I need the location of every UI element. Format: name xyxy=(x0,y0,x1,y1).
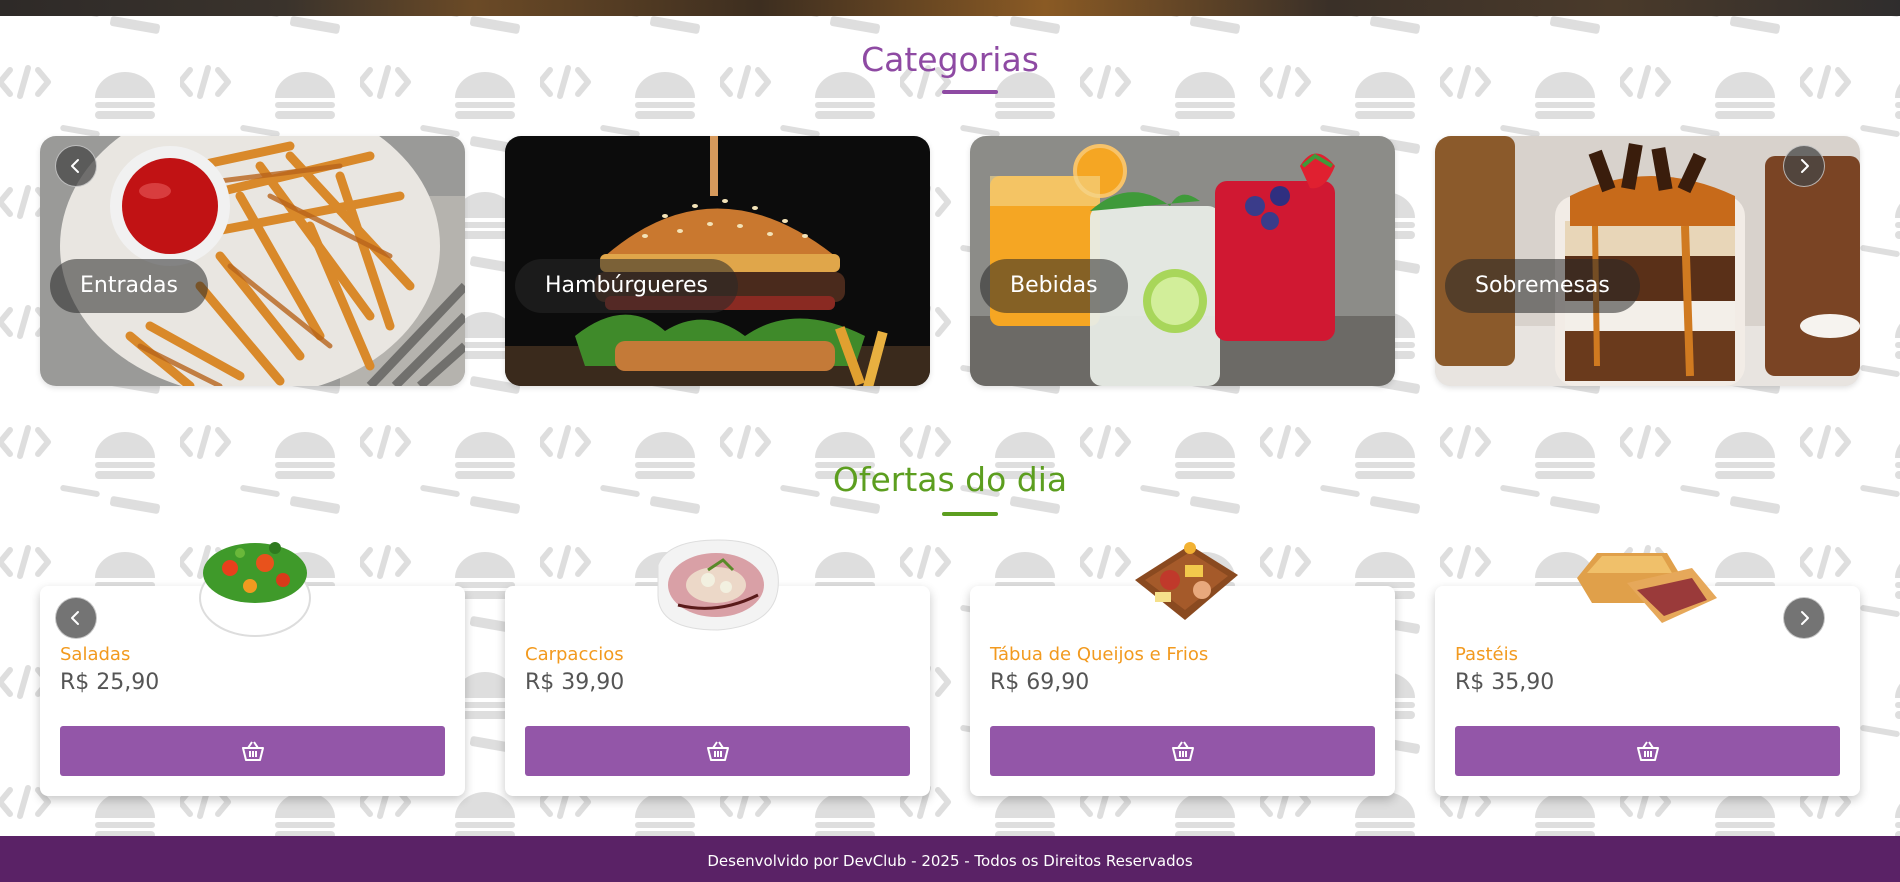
basket-icon xyxy=(1171,741,1194,761)
offers-title: Ofertas do dia xyxy=(832,460,1068,499)
add-to-cart-button[interactable] xyxy=(1455,726,1840,776)
category-label: Hambúrgueres xyxy=(515,259,739,313)
offer-name: Saladas xyxy=(60,644,131,665)
offer-name: Tábua de Queijos e Frios xyxy=(990,644,1209,665)
offer-price: R$ 35,90 xyxy=(1455,670,1555,695)
chevron-left-icon xyxy=(71,159,79,173)
pastel-image xyxy=(1577,553,1717,623)
category-card-bebidas[interactable]: Bebidas xyxy=(970,136,1395,386)
basket-icon xyxy=(241,741,264,761)
footer-text: Desenvolvido por DevClub - 2025 - Todos … xyxy=(707,852,1193,870)
add-to-cart-button[interactable] xyxy=(60,726,445,776)
offer-price: R$ 25,90 xyxy=(60,670,160,695)
offers-next-button[interactable] xyxy=(1783,597,1825,639)
offer-name: Carpaccios xyxy=(525,644,624,665)
offers-prev-button[interactable] xyxy=(55,597,97,639)
categories-prev-button[interactable] xyxy=(55,145,97,187)
categories-title: Categorias xyxy=(861,40,1039,79)
offer-name: Pastéis xyxy=(1455,644,1518,665)
footer: Desenvolvido por DevClub - 2025 - Todos … xyxy=(0,836,1900,882)
categories-next-button[interactable] xyxy=(1783,145,1825,187)
category-card-hamburgueres[interactable]: Hambúrgueres xyxy=(505,136,930,386)
add-to-cart-button[interactable] xyxy=(525,726,910,776)
chevron-right-icon xyxy=(1801,159,1809,173)
chevron-right-icon xyxy=(1801,611,1809,625)
hero-banner-bottom xyxy=(0,0,1900,16)
category-label: Entradas xyxy=(50,259,208,313)
offers-title-underline xyxy=(942,512,998,516)
carpaccio-plate-image xyxy=(657,539,779,631)
categories-title-underline xyxy=(942,90,998,94)
basket-icon xyxy=(1636,741,1659,761)
chevron-left-icon xyxy=(71,611,79,625)
offer-price: R$ 39,90 xyxy=(525,670,625,695)
salad-bowl-image xyxy=(199,542,311,637)
category-label: Sobremesas xyxy=(1445,259,1640,313)
add-to-cart-button[interactable] xyxy=(990,726,1375,776)
category-card-entradas[interactable]: Entradas xyxy=(40,136,465,386)
cheese-board-image xyxy=(1135,542,1238,620)
offer-price: R$ 69,90 xyxy=(990,670,1090,695)
category-label: Bebidas xyxy=(980,259,1128,313)
basket-icon xyxy=(706,741,729,761)
